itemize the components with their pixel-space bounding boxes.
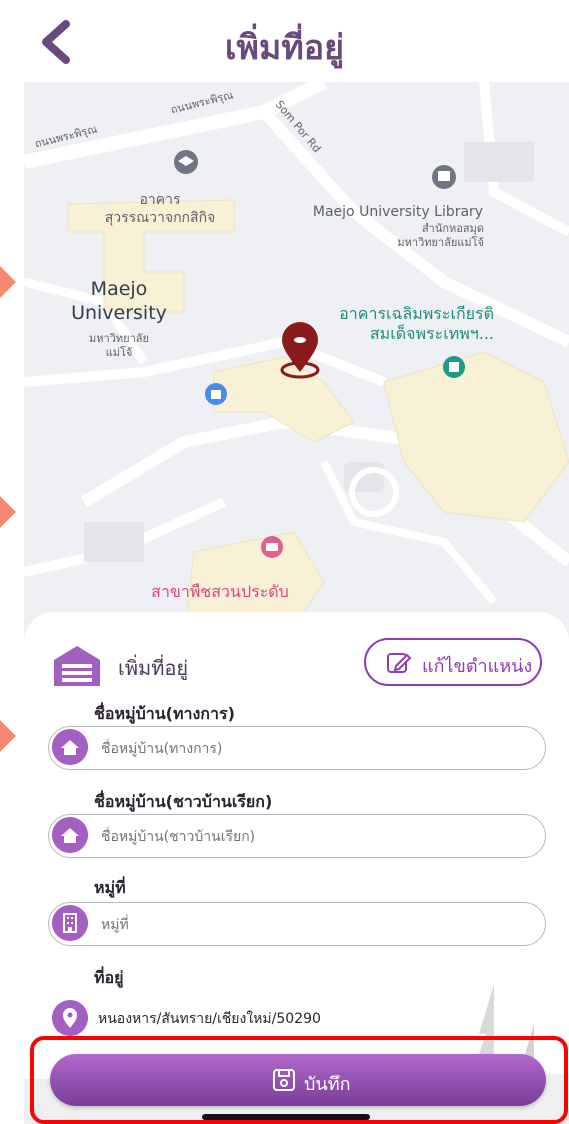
page-title: เพิ่มที่อยู่: [224, 28, 345, 68]
save-disk-icon: [273, 1069, 295, 1091]
village-number-label: หมู่ที่: [94, 878, 126, 897]
section-title: เพิ่มที่อยู่: [118, 656, 189, 680]
village-local-label: ชื่อหมู่บ้าน(ชาวบ้านเรียก): [94, 792, 273, 811]
village-number-input[interactable]: [99, 911, 523, 939]
building-label: อาคารเฉลิมพระเกียรติ สมเด็จพระเทพฯ...: [339, 304, 494, 343]
village-official-label: ชื่อหมู่บ้าน(ทางการ): [94, 704, 235, 723]
save-label: บันทึก: [304, 1074, 351, 1095]
save-button[interactable]: บันทึก: [50, 1054, 546, 1106]
home-icon: [52, 817, 88, 853]
map-view[interactable]: ถนนพระพิรุณ ถนนพระพิรุณ Som Por Rd อาคาร…: [24, 82, 569, 642]
edit-location-button[interactable]: แก้ไขตำแหน่ง: [364, 638, 542, 686]
header: เพิ่มที่อยู่: [0, 0, 569, 82]
address-label: ที่อยู่: [94, 968, 124, 987]
location-pin-icon: [52, 1000, 88, 1036]
house-icon: [54, 646, 100, 686]
village-local-input[interactable]: [99, 823, 523, 851]
edge-arrow-icon: [0, 720, 16, 752]
poi-label: สาขาพืชสวนประดับ: [151, 582, 289, 601]
village-official-input[interactable]: [99, 735, 523, 763]
edit-location-label: แก้ไขตำแหน่ง: [422, 656, 533, 677]
library-th-label: สำนักหอสมุด มหาวิทยาลัยแม่โจ้: [397, 222, 484, 249]
building-icon: [52, 905, 88, 941]
library-label: Maejo University Library: [312, 204, 484, 220]
home-icon: [52, 729, 88, 765]
village-number-field: [48, 902, 546, 946]
address-form-sheet: เพิ่มที่อยู่ แก้ไขตำแหน่ง ชื่อหมู่บ้าน(ท…: [24, 612, 569, 1124]
village-local-field: [48, 814, 546, 858]
edge-arrow-icon: [0, 266, 16, 298]
building-label: อาคาร สุวรรณวาจกกสิกิจ: [104, 192, 216, 226]
edge-arrow-icon: [0, 496, 16, 528]
pencil-edit-icon: [387, 653, 412, 673]
village-official-field: [48, 726, 546, 770]
map-graphics: [24, 82, 569, 642]
address-row: หนองหาร/สันทราย/เชียงใหม่/50290: [52, 1000, 542, 1036]
address-value: หนองหาร/สันทราย/เชียงใหม่/50290: [98, 1011, 321, 1027]
home-indicator: [202, 1114, 370, 1120]
university-label: Maejo University: [71, 278, 167, 324]
university-th-label: มหาวิทยาลัย แม่โจ้: [89, 332, 149, 359]
